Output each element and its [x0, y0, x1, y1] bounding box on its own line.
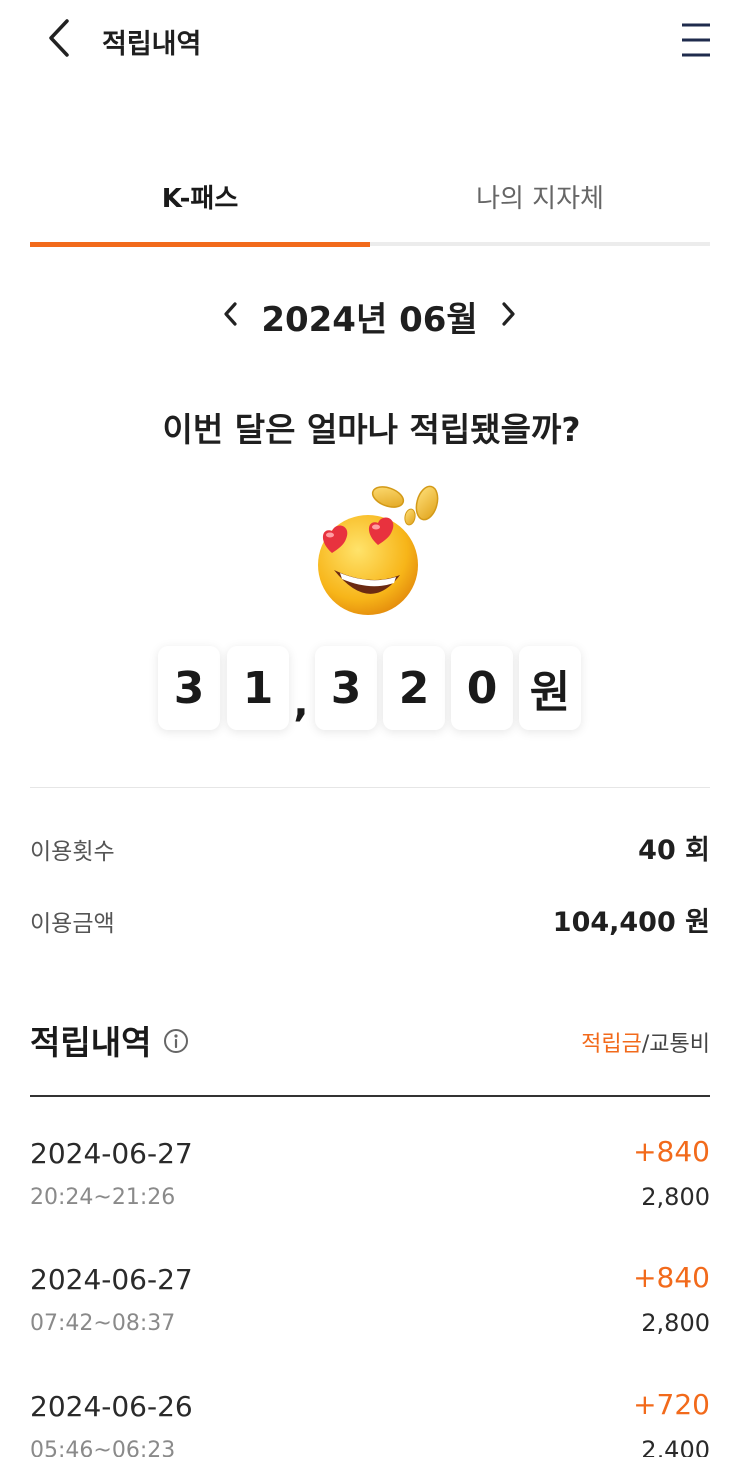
usage-amount-value: 104,400 원: [552, 907, 710, 938]
menu-button[interactable]: [674, 18, 718, 62]
amount-digit: 3: [158, 646, 220, 730]
transaction-earned: +840: [633, 1135, 710, 1168]
legend-fare: 교통비: [649, 1032, 710, 1057]
amount-digit: 3: [315, 646, 377, 730]
transaction-row[interactable]: 2024-06-27 07:42~08:37 +840 2,800: [30, 1261, 710, 1373]
chevron-right-icon: [502, 302, 515, 326]
transaction-date: 2024-06-26: [30, 1390, 193, 1423]
tab-k-pass[interactable]: K-패스: [30, 160, 370, 244]
transaction-earned: +840: [633, 1261, 710, 1294]
transaction-fare: 2,400: [641, 1436, 710, 1457]
transaction-date: 2024-06-27: [30, 1137, 193, 1170]
transaction-time: 20:24~21:26: [30, 1185, 176, 1210]
previous-month-button[interactable]: [212, 292, 248, 336]
amount-digit: 1: [227, 646, 289, 730]
info-circle-icon: [164, 1029, 188, 1053]
tab-my-local-government[interactable]: 나의 지자체: [370, 160, 710, 244]
back-button[interactable]: [38, 16, 78, 60]
usage-amount-label: 이용금액: [30, 911, 115, 937]
amount-separator: ,: [293, 680, 309, 726]
divider: [30, 787, 710, 788]
history-title: 적립내역: [30, 1023, 152, 1062]
month-navigator: 2024년 06월: [0, 286, 743, 342]
transaction-date: 2024-06-27: [30, 1263, 193, 1296]
history-header: 적립내역 적립금/교통비: [30, 1016, 710, 1066]
hamburger-menu-icon: [682, 23, 710, 57]
usage-count-value: 40 회: [638, 835, 710, 866]
savings-headline: 이번 달은 얼마나 적립됐을까?: [162, 410, 581, 449]
amount-digit: 0: [451, 646, 513, 730]
tab-bar: K-패스 나의 지자체: [30, 160, 710, 248]
transaction-row[interactable]: 2024-06-27 20:24~21:26 +840 2,800: [30, 1135, 710, 1247]
usage-count-label: 이용횟수: [30, 839, 115, 865]
heart-eyes-face-with-coins-icon: [300, 475, 450, 620]
history-legend: 적립금/교통비: [581, 1026, 710, 1058]
info-button[interactable]: [163, 1028, 189, 1054]
transaction-time: 07:42~08:37: [30, 1311, 176, 1336]
amount-unit: 원: [519, 646, 581, 730]
savings-amount-display: 3 1 , 3 2 0 원: [158, 646, 588, 730]
tab-active-indicator: [30, 242, 370, 247]
chevron-left-icon: [224, 302, 237, 326]
app-header: 적립내역: [0, 0, 743, 80]
legend-earned: 적립금: [581, 1032, 642, 1057]
transaction-row[interactable]: 2024-06-26 05:46~06:23 +720 2,400: [30, 1388, 710, 1457]
transaction-fare: 2,800: [641, 1183, 710, 1211]
amount-digit: 2: [383, 646, 445, 730]
history-divider: [30, 1095, 710, 1097]
transaction-earned: +720: [633, 1388, 710, 1421]
next-month-button[interactable]: [491, 292, 527, 336]
chevron-left-icon: [49, 19, 69, 57]
transaction-fare: 2,800: [641, 1309, 710, 1337]
transaction-time: 05:46~06:23: [30, 1438, 176, 1457]
page-title: 적립내역: [102, 29, 202, 60]
current-month-label: 2024년 06월: [261, 300, 478, 340]
usage-amount-row: 이용금액 104,400 원: [30, 900, 710, 940]
usage-count-row: 이용횟수 40 회: [30, 828, 710, 868]
